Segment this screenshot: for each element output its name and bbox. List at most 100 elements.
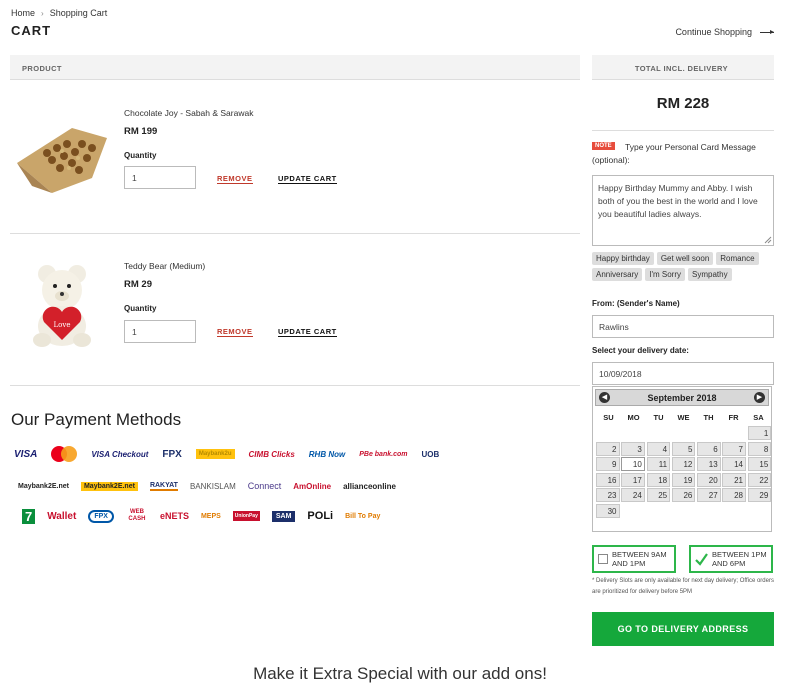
message-tags: Happy birthday Get well soon Romance Ann… (592, 252, 774, 281)
addons-title: Make it Extra Special with our add ons! (253, 664, 547, 683)
calendar-day[interactable]: 17 (621, 472, 645, 487)
fpx-logo: FPX (162, 448, 182, 460)
date-picker: ◀ September 2018 ▶ SU MO TU WE TH FR SA … (592, 386, 772, 532)
message-tag[interactable]: Happy birthday (592, 252, 654, 265)
calendar-day[interactable]: 20 (697, 472, 721, 487)
payment-logos-row-2: Maybank2E.net Maybank2E.net RAKYAT BANKI… (18, 478, 468, 494)
calendar-day[interactable]: 25 (646, 488, 671, 502)
calendar-day[interactable]: 24 (621, 488, 645, 502)
calendar-day[interactable]: 3 (621, 441, 645, 456)
order-total: RM 228 (656, 95, 710, 112)
continue-shopping-link[interactable]: Continue Shopping (675, 27, 774, 37)
calendar-day[interactable]: 14 (722, 457, 746, 471)
enets-logo: eNETS (159, 511, 189, 521)
bank-islam-logo: BANKISLAM (189, 481, 236, 491)
message-tag[interactable]: Sympathy (688, 268, 732, 281)
chocolate-bouquet-image (17, 128, 107, 193)
delivery-date-input[interactable]: 10/09/2018 (592, 362, 774, 385)
calendar-day[interactable]: 6 (697, 441, 721, 456)
calendar-days: 1 2 3 4 5 6 7 8 9 10 11 12 13 14 15 16 17 18 19 20 21 22 23 24 2… (593, 424, 772, 520)
calendar-blank (621, 426, 645, 440)
calendar-day[interactable]: 26 (671, 488, 696, 502)
quantity-input[interactable]: 1 (124, 166, 196, 189)
calendar-day[interactable]: 22 (747, 472, 772, 487)
calendar-day[interactable]: 30 (596, 503, 620, 518)
card-message-textarea[interactable]: Happy Birthday Mummy and Abby. I wish bo… (592, 175, 774, 246)
weekday-label: SA (753, 413, 764, 422)
calendar-month: September 2018 (647, 392, 717, 403)
card-message-label: Type your Personal Card Message (optiona… (592, 142, 756, 165)
timeslot-label: BETWEEN 9AM AND 1PM (612, 550, 667, 568)
timeslot-morning[interactable]: BETWEEN 9AM AND 1PM (592, 545, 676, 573)
sender-name-input[interactable]: Rawlins (592, 315, 774, 338)
timeslot-afternoon[interactable]: BETWEEN 1PM AND 6PM (689, 545, 773, 573)
payment-methods-title: Our Payment Methods (11, 410, 182, 429)
message-tag[interactable]: Get well soon (656, 252, 714, 265)
amonline-logo: AmOnline (293, 481, 332, 491)
remove-button[interactable]: REMOVE (217, 327, 253, 337)
uob-logo: UOB (421, 449, 440, 459)
note-badge: NOTE (592, 142, 615, 150)
item-price: RM 29 (124, 279, 152, 290)
maybank2u-logo: Maybank2u (195, 449, 235, 459)
quantity-label: Quantity (124, 304, 157, 313)
teddy-bear-image: Love (33, 265, 91, 347)
rhb-now-logo: RHB Now (308, 449, 346, 459)
calendar-day[interactable]: 13 (697, 457, 721, 471)
product-column-header: PRODUCT (10, 55, 580, 80)
calendar-day[interactable]: 28 (722, 488, 746, 502)
remove-button[interactable]: REMOVE (217, 174, 253, 184)
breadcrumb-home-link[interactable]: Home (11, 8, 35, 18)
breadcrumb: Home › Shopping Cart (11, 8, 107, 18)
update-cart-button[interactable]: UPDATE CART (278, 327, 337, 337)
calendar-day[interactable]: 15 (747, 457, 772, 471)
item-name[interactable]: Teddy Bear (Medium) (124, 261, 205, 271)
visa-checkout-logo: VISA Checkout (91, 449, 149, 459)
calendar-day[interactable]: 19 (671, 472, 696, 487)
calendar-blank (697, 426, 721, 440)
calendar-day[interactable]: 9 (596, 457, 620, 471)
pbebank-logo: PBe bank.com (359, 450, 408, 458)
calendar-day[interactable]: 2 (596, 441, 620, 456)
calendar-day-selected[interactable]: 10 (621, 457, 645, 471)
calendar-day[interactable]: 16 (596, 472, 620, 487)
calendar-header: ◀ September 2018 ▶ (595, 389, 769, 406)
calendar-blank (647, 426, 671, 440)
calendar-day[interactable]: 12 (671, 457, 696, 471)
message-tag[interactable]: I'm Sorry (645, 268, 685, 281)
calendar-day[interactable]: 23 (596, 488, 620, 502)
update-cart-button[interactable]: UPDATE CART (278, 174, 337, 184)
prev-month-icon[interactable]: ◀ (599, 392, 610, 403)
go-to-delivery-address-button[interactable]: GO TO DELIVERY ADDRESS (592, 612, 774, 646)
next-month-icon[interactable]: ▶ (753, 392, 765, 403)
delivery-date-label: Select your delivery date: (592, 346, 689, 355)
payment-logos-row-1: VISA VISA Checkout FPX Maybank2u CIMB Cl… (14, 446, 464, 462)
weekday-label: SU (603, 413, 614, 422)
calendar-day[interactable]: 29 (747, 488, 772, 502)
quantity-input[interactable]: 1 (124, 320, 196, 343)
calendar-day[interactable]: 27 (697, 488, 721, 502)
resize-handle-icon[interactable] (764, 236, 772, 244)
calendar-blank (672, 426, 696, 440)
calendar-day[interactable]: 1 (747, 426, 772, 440)
calendar-day[interactable]: 8 (747, 441, 772, 456)
calendar-day[interactable]: 21 (722, 472, 746, 487)
message-tag[interactable]: Anniversary (592, 268, 643, 281)
calendar-day[interactable]: 11 (646, 457, 671, 471)
calendar-blank (722, 426, 746, 440)
delivery-slot-note: * Delivery Slots are only available for … (592, 578, 774, 595)
calendar-day[interactable]: 7 (722, 441, 746, 456)
hong-leong-connect-logo: Connect (247, 481, 282, 491)
bill-to-pay-logo: Bill To Pay (345, 512, 381, 520)
svg-text:Love: Love (54, 321, 71, 329)
item-name[interactable]: Chocolate Joy - Sabah & Sarawak (124, 108, 253, 118)
calendar-day[interactable]: 5 (671, 441, 696, 456)
timeslot-label: BETWEEN 1PM AND 6PM (712, 550, 767, 568)
meps-logo: MEPS (200, 512, 221, 520)
calendar-day[interactable]: 4 (646, 441, 671, 456)
calendar-day[interactable]: 18 (646, 472, 671, 487)
weekday-label: TH (703, 413, 714, 422)
message-tag[interactable]: Romance (716, 252, 759, 265)
total-column-header: TOTAL INCL. DELIVERY (592, 55, 774, 80)
poli-logo: POLi (307, 510, 334, 522)
